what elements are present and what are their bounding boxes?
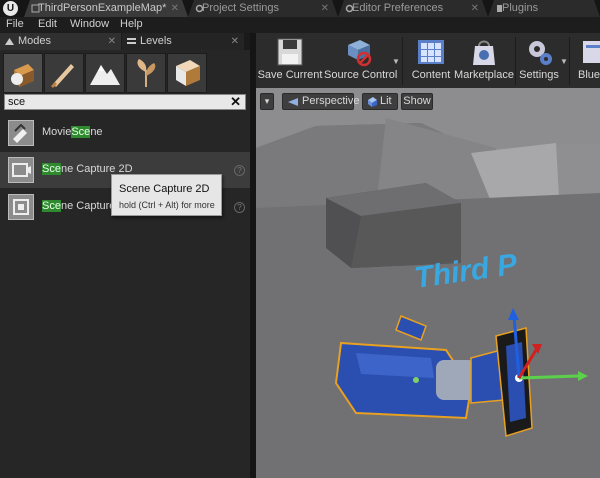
tab-label: Project Settings [202,2,280,14]
tooltip: Scene Capture 2D hold (Ctrl + Alt) for m… [111,174,222,216]
result-label: MovieScene [42,126,103,138]
foliage-leaf-icon [137,59,156,87]
gear-icon [345,4,354,13]
geometry-cube-icon [176,60,200,86]
marketplace-button[interactable]: Marketplace [454,33,514,88]
search-match-highlight: Sce [71,126,91,138]
lit-cube-icon [368,97,377,107]
levels-icon [127,38,136,44]
settings-gears-icon [529,41,552,65]
clear-search-icon[interactable]: ✕ [230,94,241,110]
tooltip-hint: hold (Ctrl + Alt) for more [119,200,215,210]
level-editor-toolbar: Save Current Source Control ▼ Content Ma… [256,33,600,88]
level-viewport[interactable]: Third P ▾ Perspective Lit Show [256,88,600,478]
place-mode-icon [11,64,34,87]
close-icon[interactable]: ✕ [171,0,179,17]
tab-label: Levels [140,35,172,47]
modes-panel: ✕ MovieScene Scene Capture 2D ? Scene Ca… [0,50,250,478]
search-input[interactable] [8,95,208,109]
toolbar-label: Blueprints [578,69,600,81]
foliage-mode-button[interactable] [126,53,166,93]
toolbar-separator [402,37,403,85]
tab-levels[interactable]: Levels ✕ [122,33,244,50]
perspective-button[interactable]: Perspective [282,93,359,110]
source-control-icon [348,40,372,67]
perspective-label: Perspective [302,95,360,107]
level-icon [31,4,40,13]
viewport-scene: Third P [256,88,600,478]
result-label-prefix: Movie [42,126,72,138]
toolbar-separator [569,37,570,85]
search-match-highlight: Sce [42,200,61,212]
lit-label: Lit [380,95,392,107]
tab-label: Modes [18,35,52,47]
tab-project-settings[interactable]: Project Settings ✕ [188,0,338,17]
scene-capture-cube-thumbnail-icon [8,194,34,220]
toolbar-label: Settings [519,69,559,81]
landscape-mountain-icon [90,65,120,85]
search-match-highlight: Sce [42,163,61,175]
close-icon[interactable]: ✕ [231,33,239,50]
help-icon[interactable]: ? [234,202,245,213]
mode-selector [3,53,247,93]
show-button[interactable]: Show [401,93,433,110]
gear-icon [195,4,204,13]
tooltip-title: Scene Capture 2D [119,183,210,195]
settings-button[interactable]: Settings [518,33,560,88]
place-mode-button[interactable] [3,53,43,93]
tab-label: Editor Preferences [352,2,444,14]
save-current-button[interactable]: Save Current [256,33,324,88]
list-item-moviescene[interactable]: MovieScene [0,115,250,151]
unreal-logo-icon[interactable]: U [3,1,18,16]
menu-help[interactable]: Help [120,18,143,30]
menu-window[interactable]: Window [70,18,109,30]
modes-icon [5,38,14,45]
toolbar-label: Save Current [257,69,323,81]
close-icon[interactable]: ✕ [108,33,116,50]
tab-label: Plugins [502,2,539,14]
blueprints-button[interactable]: Blueprints [572,33,600,88]
landscape-mode-button[interactable] [85,53,125,93]
lit-button[interactable]: Lit [362,93,398,110]
content-browser-icon [418,40,444,64]
search-box[interactable]: ✕ [4,94,246,110]
perspective-icon [288,98,298,106]
paint-mode-button[interactable] [44,53,84,93]
tab-plugins[interactable]: Plugins [488,0,600,17]
paint-brush-icon [51,64,74,88]
marketplace-bag-icon [473,40,495,65]
help-icon[interactable]: ? [234,165,245,176]
title-bar: U ThirdPersonExampleMap* ✕ Project Setti… [0,0,600,17]
toolbar-label: Content [411,69,451,81]
result-label-suffix: ne [90,126,103,138]
viewport-menu-button[interactable]: ▾ [260,93,274,110]
gizmo-x-axis[interactable] [518,374,579,380]
tab-third-person-example-map[interactable]: ThirdPersonExampleMap* ✕ [24,0,188,17]
source-control-button[interactable]: Source Control [324,33,398,88]
moviescene-thumbnail-icon [8,120,34,146]
plugin-icon [495,4,504,13]
content-button[interactable]: Content [406,33,456,88]
tab-modes[interactable]: Modes ✕ [0,33,121,50]
scene-capture-2d-thumbnail-icon [8,157,34,183]
toolbar-label: Source Control [324,69,398,81]
blueprints-icon [583,41,600,63]
geometry-mode-button[interactable] [167,53,207,93]
menu-edit[interactable]: Edit [38,18,57,30]
tab-editor-preferences[interactable]: Editor Preferences ✕ [338,0,488,17]
toolbar-label: Marketplace [454,69,514,81]
close-icon[interactable]: ✕ [321,0,329,17]
save-disk-icon [277,38,303,66]
settings-dropdown-icon[interactable]: ▼ [560,57,568,66]
menu-file[interactable]: File [6,18,24,30]
source-control-dropdown-icon[interactable]: ▼ [392,57,400,66]
menu-bar: File Edit Window Help [0,17,600,33]
toolbar-separator [515,37,516,85]
tab-label: ThirdPersonExampleMap* [38,2,167,14]
close-icon[interactable]: ✕ [471,0,479,17]
